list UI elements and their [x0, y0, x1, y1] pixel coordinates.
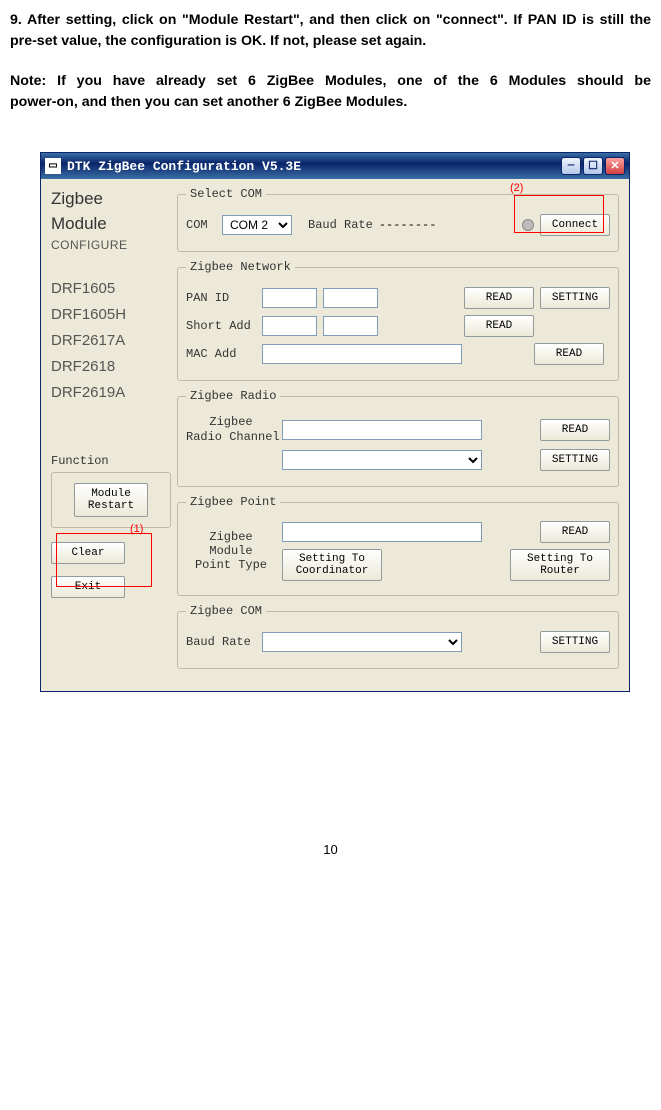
module-restart-button[interactable]: Module Restart: [74, 483, 148, 517]
com-setting-button[interactable]: SETTING: [540, 631, 610, 653]
page-number: 10: [10, 842, 651, 857]
macadd-label: MAC Add: [186, 347, 256, 361]
shortadd-field-2[interactable]: [323, 316, 378, 336]
baud-value: --------: [379, 218, 437, 232]
exit-button[interactable]: Exit: [51, 576, 125, 598]
com-label: COM: [186, 218, 216, 232]
function-legend: Function: [51, 454, 171, 468]
setting-to-coordinator-button[interactable]: Setting To Coordinator: [282, 549, 382, 581]
titlebar: ▭ DTK ZigBee Configuration V5.3E — ☐ ✕: [41, 153, 629, 179]
clear-button[interactable]: Clear: [51, 542, 125, 564]
shortadd-read-button[interactable]: READ: [464, 315, 534, 337]
model-item: DRF1605: [51, 280, 171, 297]
point-legend: Zigbee Point: [186, 495, 280, 509]
radio-read-button[interactable]: READ: [540, 419, 610, 441]
com-legend: Zigbee COM: [186, 604, 266, 618]
select-com-legend: Select COM: [186, 187, 266, 201]
left-heading-2: CONFIGURE: [51, 238, 171, 252]
panid-label: PAN ID: [186, 291, 256, 305]
group-zigbee-radio: Zigbee Radio Zigbee Radio Channel READ S…: [177, 389, 619, 487]
app-window: ▭ DTK ZigBee Configuration V5.3E — ☐ ✕ Z…: [40, 152, 630, 692]
left-heading-1b: Module: [51, 214, 171, 234]
note-line1: Note: If you have already set 6 ZigBee M…: [10, 71, 651, 92]
model-item: DRF2619A: [51, 384, 171, 401]
point-type-label: Zigbee Module Point Type: [186, 530, 276, 573]
status-led-icon: [522, 219, 534, 231]
com-baud-select[interactable]: [262, 632, 462, 652]
setting-to-router-button[interactable]: Setting To Router: [510, 549, 610, 581]
minimize-button[interactable]: —: [561, 157, 581, 175]
callout-1: (1): [130, 523, 143, 535]
paragraph-note: Note: If you have already set 6 ZigBee M…: [10, 71, 651, 112]
baud-label: Baud Rate: [308, 218, 373, 232]
com-select[interactable]: COM 2: [222, 215, 292, 235]
macadd-read-button[interactable]: READ: [534, 343, 604, 365]
model-item: DRF2617A: [51, 332, 171, 349]
radio-setting-button[interactable]: SETTING: [540, 449, 610, 471]
model-item: DRF2618: [51, 358, 171, 375]
com-baud-label: Baud Rate: [186, 635, 256, 649]
radio-channel-select[interactable]: [282, 450, 482, 470]
panid-read-button[interactable]: READ: [464, 287, 534, 309]
group-zigbee-point: Zigbee Point Zigbee Module Point Type RE…: [177, 495, 619, 596]
left-heading-1a: Zigbee: [51, 189, 171, 209]
close-button[interactable]: ✕: [605, 157, 625, 175]
app-icon: ▭: [45, 158, 61, 174]
point-type-field[interactable]: [282, 522, 482, 542]
group-zigbee-network: Zigbee Network PAN ID READ SETTING Short…: [177, 260, 619, 381]
radio-channel-label: Zigbee Radio Channel: [186, 415, 276, 444]
callout-2: (2): [510, 182, 523, 194]
left-column: Zigbee Module CONFIGURE DRF1605 DRF1605H…: [51, 187, 171, 677]
panid-setting-button[interactable]: SETTING: [540, 287, 610, 309]
model-item: DRF1605H: [51, 306, 171, 323]
point-read-button[interactable]: READ: [540, 521, 610, 543]
radio-channel-field[interactable]: [282, 420, 482, 440]
panid-field-2[interactable]: [323, 288, 378, 308]
shortadd-label: Short Add: [186, 319, 256, 333]
group-select-com: Select COM COM COM 2 Baud Rate -------- …: [177, 187, 619, 252]
maximize-button[interactable]: ☐: [583, 157, 603, 175]
macadd-field[interactable]: [262, 344, 462, 364]
group-zigbee-com: Zigbee COM Baud Rate SETTING: [177, 604, 619, 669]
panid-field-1[interactable]: [262, 288, 317, 308]
note-line2: power-on, and then you can set another 6…: [10, 94, 407, 110]
paragraph-step9: 9. After setting, click on "Module Resta…: [10, 10, 651, 51]
shortadd-field-1[interactable]: [262, 316, 317, 336]
connect-button[interactable]: Connect: [540, 214, 610, 236]
radio-legend: Zigbee Radio: [186, 389, 280, 403]
network-legend: Zigbee Network: [186, 260, 295, 274]
window-title: DTK ZigBee Configuration V5.3E: [67, 159, 301, 174]
